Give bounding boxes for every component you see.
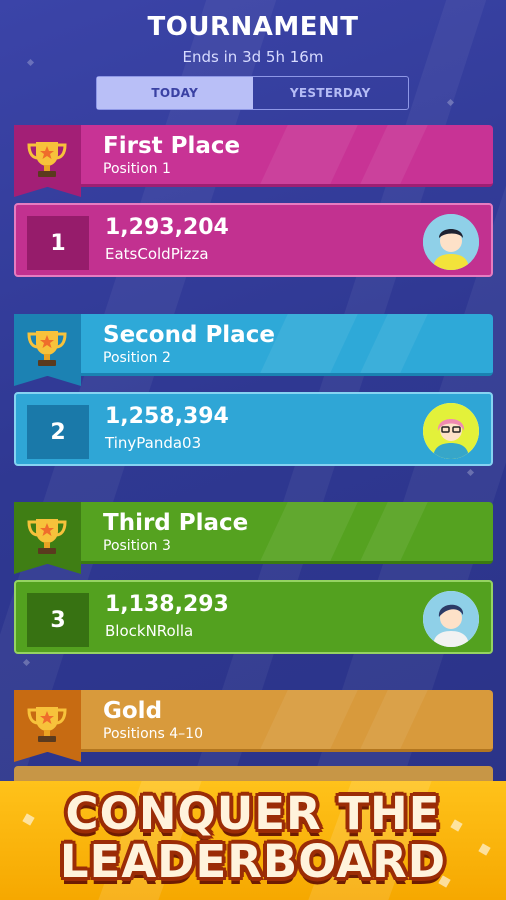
tab-yesterday[interactable]: YESTERDAY: [253, 77, 409, 109]
rank-badge: 2: [27, 405, 89, 459]
player-score: 1,258,394: [105, 404, 229, 429]
day-tabs: TODAY YESTERDAY: [96, 76, 409, 110]
page-title: TOURNAMENT: [147, 12, 359, 42]
rank-badge: 1: [27, 216, 89, 270]
leaderboard-entry[interactable]: 1 1,293,204 EatsColdPizza: [14, 203, 493, 277]
tier-subtitle: Position 1: [103, 161, 171, 177]
tier-header-gold: Gold Positions 4–10: [14, 690, 493, 752]
tab-today[interactable]: TODAY: [97, 77, 253, 109]
tier-header-second-place: Second Place Position 2: [14, 314, 493, 376]
player-score: 1,293,204: [105, 215, 229, 240]
tier-title: First Place: [103, 133, 241, 159]
trophy-icon: [27, 519, 67, 554]
tier-title: Second Place: [103, 322, 275, 348]
tier-ribbon: [14, 314, 81, 386]
tier-ribbon: [14, 690, 81, 762]
tier-title: Gold: [103, 698, 163, 724]
tier-subtitle: Position 2: [103, 350, 171, 366]
trophy-icon: [27, 707, 67, 742]
tier-header-first-place: First Place Position 1: [14, 125, 493, 187]
tier-subtitle: Positions 4–10: [103, 726, 203, 742]
trophy-icon: [27, 142, 67, 177]
girl-glasses-avatar-icon: [423, 403, 479, 459]
rank-badge: 3: [27, 593, 89, 647]
leaderboard-entry[interactable]: 2 1,258,394 TinyPanda03: [14, 392, 493, 466]
tier-subtitle: Position 3: [103, 538, 171, 554]
boy-avatar-icon: [423, 591, 479, 647]
tier-ribbon: [14, 502, 81, 574]
player-name: EatsColdPizza: [105, 245, 209, 263]
trophy-icon: [27, 331, 67, 366]
tournament-countdown: Ends in 3d 5h 16m: [182, 48, 324, 66]
tier-header-third-place: Third Place Position 3: [14, 502, 493, 564]
promo-banner: CONQUER THE LEADERBOARD: [0, 781, 506, 900]
tier-ribbon: [14, 125, 81, 197]
banner-headline-line2: LEADERBOARD: [59, 835, 447, 888]
boy-avatar-icon: [423, 214, 479, 270]
banner-headline-line1: CONQUER THE: [65, 787, 441, 840]
player-score: 1,138,293: [105, 592, 229, 617]
player-name: BlockNRolla: [105, 622, 194, 640]
leaderboard-entry[interactable]: 3 1,138,293 BlockNRolla: [14, 580, 493, 654]
player-name: TinyPanda03: [105, 434, 202, 452]
tier-title: Third Place: [103, 510, 249, 536]
